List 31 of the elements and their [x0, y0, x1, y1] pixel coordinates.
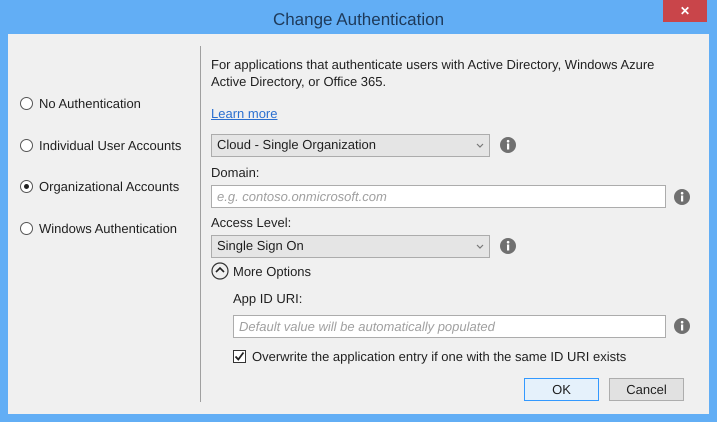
info-icon[interactable] — [500, 238, 516, 254]
app-id-uri-label: App ID URI: — [233, 290, 304, 308]
radio-button[interactable] — [20, 222, 33, 235]
radio-label: Organizational Accounts — [39, 178, 180, 196]
radio-label: Individual User Accounts — [39, 136, 182, 154]
collapse-chevron-icon — [211, 262, 229, 280]
learn-more-link[interactable]: Learn more — [211, 106, 278, 121]
account-type-dropdown[interactable]: Cloud - Single Organization — [211, 134, 490, 156]
access-level-dropdown[interactable]: Single Sign On — [211, 234, 490, 258]
description-text: For applications that authenticate users with Active Directory, Windows Azure Active Directory, or Office 365. — [211, 56, 656, 90]
info-icon[interactable] — [674, 188, 690, 204]
info-icon[interactable] — [674, 318, 690, 334]
more-options-toggle[interactable]: More Options — [211, 262, 312, 281]
radio-label: Windows Authentication — [39, 220, 178, 238]
dialog-button[interactable]: Cancel — [609, 378, 684, 401]
app-id-uri-field[interactable]: Default value will be automatically populated — [233, 314, 666, 338]
domain-field[interactable]: e.g. contoso.onmicrosoft.com — [211, 185, 666, 208]
access-level-label: Access Level: — [211, 214, 292, 232]
chevron-down-icon — [476, 244, 484, 248]
close-button[interactable]: ✕ — [663, 0, 707, 22]
radio-button[interactable] — [20, 97, 33, 110]
info-icon[interactable] — [500, 137, 516, 153]
dialog-button[interactable]: OK — [524, 378, 599, 401]
overwrite-label: Overwrite the application entry if one with the same ID URI exists — [252, 348, 626, 366]
domain-label: Domain: — [211, 164, 260, 182]
overwrite-checkbox[interactable] — [233, 350, 246, 363]
chevron-down-icon — [476, 142, 484, 148]
window-title: Change Authentication — [272, 9, 444, 31]
radio-button[interactable] — [20, 180, 33, 194]
radio-button[interactable] — [20, 138, 33, 152]
radio-label: No Authentication — [39, 95, 141, 113]
